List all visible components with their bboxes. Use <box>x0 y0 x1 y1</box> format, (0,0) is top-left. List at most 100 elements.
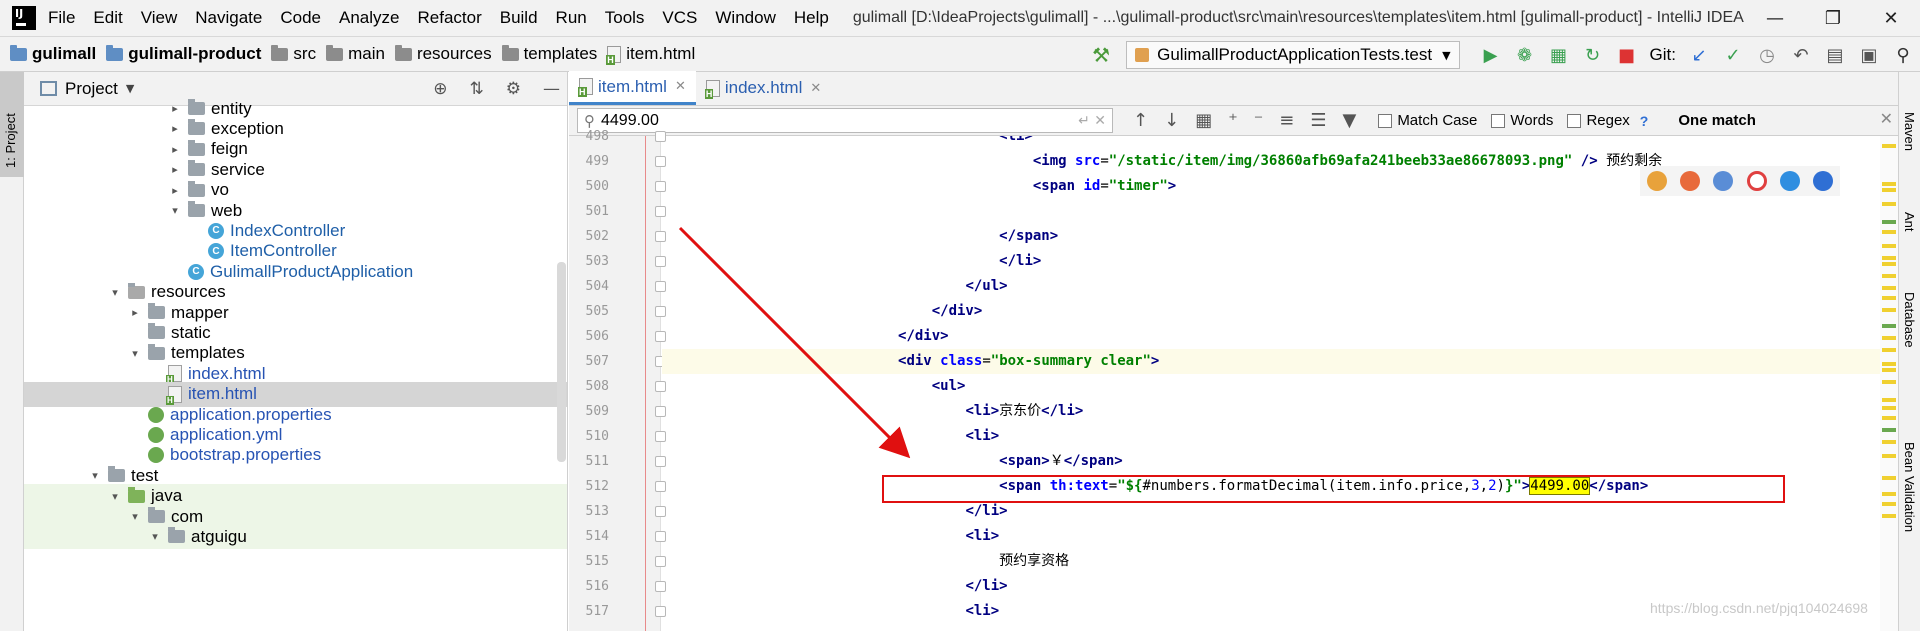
chevron-down-icon[interactable]: ▾ <box>88 469 102 482</box>
multiline-icon[interactable]: ☰ <box>1310 110 1326 131</box>
close-icon[interactable]: ✕ <box>675 79 686 94</box>
coverage-icon[interactable]: ▦ <box>1549 45 1569 66</box>
menu-help[interactable]: Help <box>794 8 829 28</box>
tree-scrollbar[interactable] <box>557 262 566 462</box>
chevron-down-icon[interactable]: ▼ <box>126 82 134 95</box>
menu-run[interactable]: Run <box>556 8 587 28</box>
chevron-right-icon[interactable]: ▸ <box>168 143 182 156</box>
menu-analyze[interactable]: Analyze <box>339 8 399 28</box>
menu-file[interactable]: File <box>48 8 75 28</box>
stripe-marker[interactable] <box>1882 188 1896 192</box>
code-line[interactable]: <li>京东价</li> <box>662 399 1880 424</box>
code-line[interactable]: </li> <box>662 249 1880 274</box>
stripe-marker[interactable] <box>1882 476 1896 480</box>
stripe-marker[interactable] <box>1882 416 1896 420</box>
tool-ant[interactable]: Ant <box>1902 212 1917 232</box>
stripe-marker[interactable] <box>1882 144 1896 148</box>
breadcrumb-item[interactable]: src <box>271 44 316 64</box>
menu-tools[interactable]: Tools <box>605 8 645 28</box>
stripe-marker[interactable] <box>1882 428 1896 432</box>
stripe-marker[interactable] <box>1882 202 1896 206</box>
restore-icon[interactable]: ❐ <box>1804 0 1862 36</box>
code-line[interactable]: </li> <box>662 574 1880 599</box>
project-tool-tab[interactable]: 1: Project <box>0 72 24 177</box>
select-all-occurrences-icon[interactable]: ≡ <box>1279 110 1294 131</box>
tool-database[interactable]: Database <box>1902 292 1917 348</box>
code-line[interactable]: <li> <box>662 136 1880 149</box>
code-line[interactable]: </div> <box>662 299 1880 324</box>
stripe-marker[interactable] <box>1882 336 1896 340</box>
chevron-down-icon[interactable]: ▾ <box>108 286 122 299</box>
remove-occurrence-icon[interactable]: ⁻ <box>1254 110 1264 131</box>
tree-item[interactable]: ▾ atguigu <box>24 524 567 550</box>
stripe-marker[interactable] <box>1882 308 1896 312</box>
code-line[interactable]: </ul> <box>662 274 1880 299</box>
option-words[interactable]: Words <box>1491 112 1553 129</box>
clear-icon[interactable]: ↵ ✕ <box>1078 113 1106 129</box>
code-line[interactable]: <span>￥</span> <box>662 449 1880 474</box>
close-icon[interactable]: ✕ <box>1862 0 1920 36</box>
search-field[interactable]: ⚲ ↵ ✕ <box>577 108 1113 133</box>
chevron-down-icon[interactable]: ▾ <box>128 347 142 360</box>
close-icon[interactable]: ✕ <box>1880 109 1893 128</box>
option-match-case[interactable]: Match Case <box>1378 112 1477 129</box>
stripe-marker[interactable] <box>1882 514 1896 518</box>
code-line[interactable]: <ul> <box>662 374 1880 399</box>
breadcrumb-item[interactable]: resources <box>394 44 492 64</box>
breadcrumb-item[interactable]: item.html <box>606 44 695 65</box>
chevron-down-icon[interactable]: ▾ <box>108 490 122 503</box>
debug-icon[interactable]: ❁ <box>1515 45 1535 66</box>
chevron-right-icon[interactable]: ▸ <box>168 102 182 115</box>
stripe-marker[interactable] <box>1882 502 1896 506</box>
project-structure-icon[interactable]: ▤ <box>1825 45 1845 66</box>
code-line[interactable] <box>662 199 1880 224</box>
chevron-right-icon[interactable]: ▸ <box>168 184 182 197</box>
rollback-icon[interactable]: ↶ <box>1791 45 1811 66</box>
chevron-down-icon[interactable]: ▾ <box>148 530 162 543</box>
stripe-marker[interactable] <box>1882 296 1896 300</box>
checkbox[interactable] <box>1567 113 1582 128</box>
stripe-marker[interactable] <box>1882 324 1896 328</box>
chevron-right-icon[interactable]: ▸ <box>128 306 142 319</box>
stripe-marker[interactable] <box>1882 182 1896 186</box>
stripe-marker[interactable] <box>1882 454 1896 458</box>
presentation-icon[interactable]: ▣ <box>1859 45 1879 66</box>
filter-icon[interactable]: ▼ <box>1342 110 1356 131</box>
stripe-marker[interactable] <box>1882 492 1896 496</box>
opera-icon[interactable] <box>1746 171 1767 191</box>
close-icon[interactable]: ✕ <box>810 81 821 96</box>
chevron-down-icon[interactable]: ▾ <box>168 204 182 217</box>
menu-build[interactable]: Build <box>500 8 538 28</box>
menu-edit[interactable]: Edit <box>93 8 122 28</box>
stop-icon[interactable]: ■ <box>1617 45 1637 66</box>
vcs-commit-icon[interactable]: ✓ <box>1723 45 1743 66</box>
previous-occurrence-icon[interactable]: ↑ <box>1133 110 1148 131</box>
stripe-marker[interactable] <box>1882 380 1896 384</box>
breadcrumb-item[interactable]: main <box>326 44 385 64</box>
stripe-marker[interactable] <box>1882 362 1896 366</box>
checkbox[interactable] <box>1378 113 1393 128</box>
search-input[interactable] <box>601 111 1041 130</box>
breadcrumb-item[interactable]: templates <box>501 44 597 64</box>
code-line[interactable]: <div class="box-summary clear"> <box>662 349 1880 374</box>
stripe-marker[interactable] <box>1882 440 1896 444</box>
safari-icon[interactable] <box>1713 171 1734 191</box>
add-occurrence-icon[interactable]: ⁺ <box>1228 110 1238 131</box>
stripe-marker[interactable] <box>1882 256 1896 260</box>
chrome-icon[interactable] <box>1646 171 1667 191</box>
breadcrumb-item[interactable]: gulimall-product <box>106 44 261 64</box>
code-line[interactable]: <li> <box>662 524 1880 549</box>
stripe-marker[interactable] <box>1882 406 1896 410</box>
tool-maven[interactable]: Maven <box>1902 112 1917 151</box>
code-line[interactable]: 预约享资格 <box>662 549 1880 574</box>
minimize-icon[interactable]: — <box>1746 0 1804 36</box>
stripe-marker[interactable] <box>1882 274 1896 278</box>
chevron-down-icon[interactable]: ▾ <box>128 510 142 523</box>
stripe-marker[interactable] <box>1882 262 1896 266</box>
code-line[interactable]: </span> <box>662 224 1880 249</box>
code-line[interactable]: <li> <box>662 424 1880 449</box>
stripe-marker[interactable] <box>1882 368 1896 372</box>
breadcrumb-item[interactable]: gulimall <box>10 44 96 64</box>
code-editor[interactable]: <li> <img src="/static/item/img/36860afb… <box>662 136 1880 631</box>
stripe-marker[interactable] <box>1882 286 1896 290</box>
